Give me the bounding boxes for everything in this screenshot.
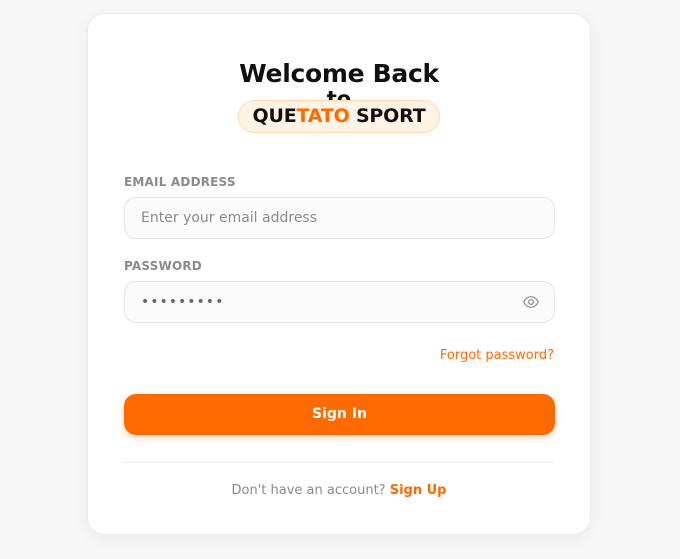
divider <box>124 462 555 463</box>
password-value: ••••••••• <box>141 294 225 310</box>
sign-up-link[interactable]: Sign Up <box>390 483 447 498</box>
brand-logo: QUETATO SPORT <box>238 100 440 133</box>
brand-text-tato: TATO <box>296 105 350 127</box>
sign-in-button[interactable]: Sign In <box>124 394 555 435</box>
signup-prompt-row: Don't have an account? Sign Up <box>88 483 590 498</box>
password-label: PASSWORD <box>124 259 202 273</box>
login-card: Welcome Back to QUETATO SPORT EMAIL ADDR… <box>87 13 591 535</box>
brand-text-que: QUE <box>252 105 297 127</box>
forgot-password-link[interactable]: Forgot password? <box>440 348 554 363</box>
password-field[interactable]: ••••••••• <box>124 281 555 323</box>
eye-icon[interactable] <box>522 294 540 310</box>
brand-text-sport: SPORT <box>355 105 426 127</box>
page-title: Welcome Back <box>239 59 439 88</box>
email-placeholder: Enter your email address <box>141 210 318 226</box>
email-label: EMAIL ADDRESS <box>124 175 236 189</box>
email-field[interactable]: Enter your email address <box>124 197 555 239</box>
signup-prompt-text: Don't have an account? <box>231 483 386 498</box>
